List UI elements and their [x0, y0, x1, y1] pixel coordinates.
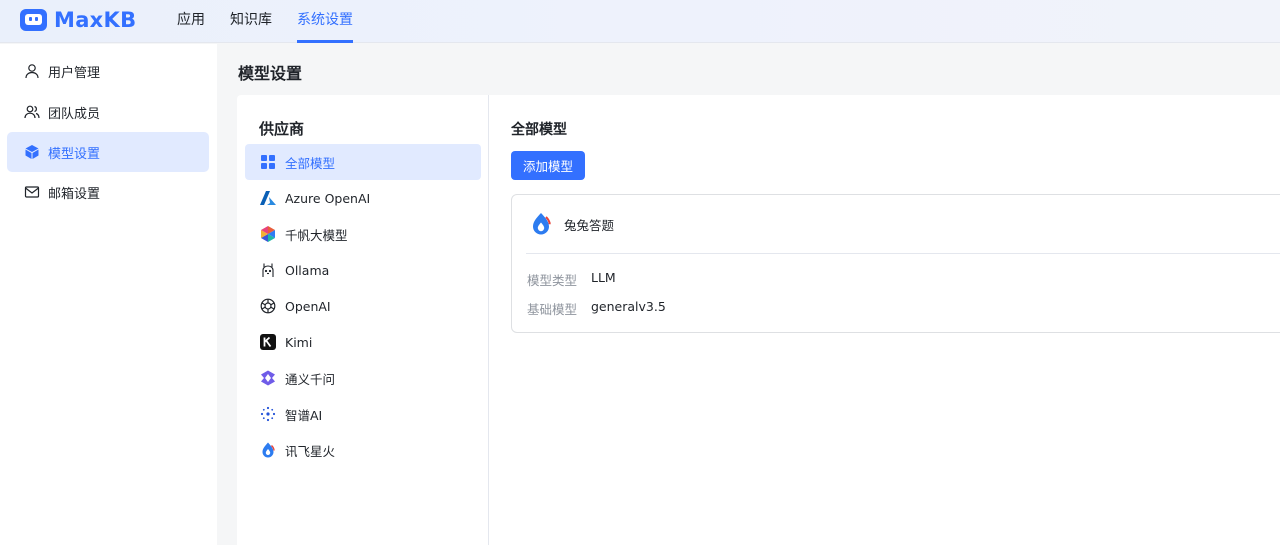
topnav-knowledge[interactable]: 知识库: [230, 0, 272, 43]
kimi-icon: [259, 333, 277, 351]
model-type-label: 模型类型: [527, 273, 578, 288]
base-model-label: 基础模型: [527, 302, 578, 317]
tongyi-icon: [259, 369, 277, 387]
provider-item-all[interactable]: 全部模型: [245, 144, 481, 180]
provider-item-label: Kimi: [285, 334, 313, 350]
sidebar-item-label: 模型设置: [48, 146, 101, 162]
provider-list: 供应商 全部模型 Azure OpenAI 千帆大模型 Ollama OpenA…: [237, 95, 489, 545]
provider-item-label: 千帆大模型: [285, 227, 348, 243]
top-header: MaxKB 应用 知识库 系统设置: [0, 0, 1280, 43]
app-name: MaxKB: [54, 8, 137, 32]
provider-item-label: Azure OpenAI: [285, 190, 371, 206]
provider-item-label: Ollama: [285, 262, 330, 278]
provider-item-label: OpenAI: [285, 298, 331, 314]
team-icon: [24, 105, 40, 119]
ollama-icon: [259, 261, 277, 279]
model-settings-panel: 供应商 全部模型 Azure OpenAI 千帆大模型 Ollama OpenA…: [237, 95, 1280, 545]
user-icon: [25, 64, 39, 79]
settings-sidebar: 用户管理 团队成员 模型设置 邮箱设置: [0, 44, 217, 545]
qianfan-icon: [259, 225, 277, 243]
provider-item-tongyi[interactable]: 通义千问: [245, 360, 481, 396]
provider-item-openai[interactable]: OpenAI: [245, 288, 481, 324]
sidebar-item-users[interactable]: 用户管理: [7, 51, 209, 91]
model-type-value: LLM: [591, 270, 616, 285]
models-section-title: 全部模型: [511, 122, 567, 138]
sidebar-item-label: 团队成员: [48, 106, 101, 122]
base-model-row: 基础模型 generalv3.5: [527, 299, 666, 318]
page-title: 模型设置: [238, 64, 303, 83]
provider-item-label: 智谱AI: [285, 407, 323, 423]
maxkb-logo-icon: [20, 9, 47, 31]
spark-icon: [259, 441, 277, 459]
sidebar-item-team[interactable]: 团队成员: [7, 92, 209, 132]
provider-item-qianfan[interactable]: 千帆大模型: [245, 216, 481, 252]
top-nav: 应用 知识库 系统设置: [177, 0, 378, 43]
provider-item-kimi[interactable]: Kimi: [245, 324, 481, 360]
provider-list-title: 供应商: [259, 120, 305, 138]
zhipu-icon: [259, 405, 277, 423]
add-model-button[interactable]: 添加模型: [511, 151, 585, 180]
topnav-settings[interactable]: 系统设置: [297, 0, 353, 43]
model-card-header: 兔兔答题: [528, 211, 614, 237]
azure-icon: [259, 189, 277, 207]
openai-icon: [259, 297, 277, 315]
provider-item-label: 全部模型: [285, 155, 336, 171]
grid-icon: [259, 153, 277, 171]
provider-item-spark[interactable]: 讯飞星火: [245, 432, 481, 468]
model-card[interactable]: 兔兔答题 模型类型 LLM 基础模型 generalv3.5: [511, 194, 1280, 333]
topnav-app[interactable]: 应用: [177, 0, 205, 43]
card-divider: [526, 253, 1280, 254]
provider-item-label: 通义千问: [285, 371, 336, 387]
provider-item-azure[interactable]: Azure OpenAI: [245, 180, 481, 216]
model-type-row: 模型类型 LLM: [527, 270, 616, 289]
provider-item-ollama[interactable]: Ollama: [245, 252, 481, 288]
provider-item-label: 讯飞星火: [285, 443, 336, 459]
sidebar-item-label: 邮箱设置: [48, 186, 101, 202]
base-model-value: generalv3.5: [591, 299, 666, 314]
app-logo[interactable]: MaxKB: [20, 8, 136, 32]
sidebar-item-email[interactable]: 邮箱设置: [7, 172, 209, 212]
sidebar-item-label: 用户管理: [48, 65, 101, 81]
model-name: 兔兔答题: [564, 217, 615, 233]
mail-icon: [24, 186, 40, 198]
provider-item-zhipu[interactable]: 智谱AI: [245, 396, 481, 432]
cube-icon: [25, 145, 39, 159]
spark-icon: [533, 213, 551, 235]
sidebar-item-models[interactable]: 模型设置: [7, 132, 209, 172]
